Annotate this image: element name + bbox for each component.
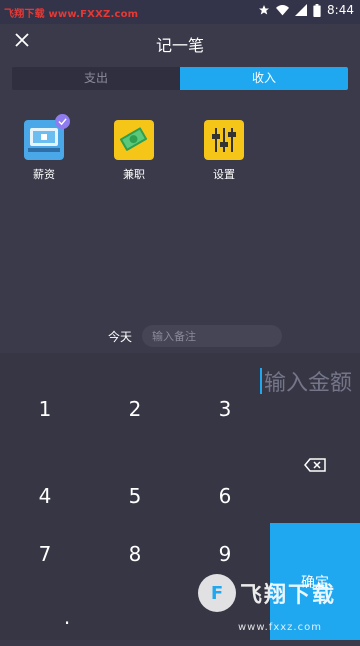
wifi-icon xyxy=(276,4,290,16)
date-button[interactable]: 今天 xyxy=(98,326,142,347)
keypad: 输入金额 1 2 3 4 5 6 7 8 9 . 确定 xyxy=(0,353,360,640)
selected-check-icon xyxy=(55,114,70,129)
key-7[interactable]: 7 xyxy=(0,525,90,583)
key-3[interactable]: 3 xyxy=(180,380,270,438)
amount-field[interactable]: 输入金额 xyxy=(259,365,352,397)
settings-icon xyxy=(204,120,244,160)
tab-income[interactable]: 收入 xyxy=(180,67,348,90)
key-1[interactable]: 1 xyxy=(0,380,90,438)
amount-placeholder: 输入金额 xyxy=(263,371,352,396)
category-label: 设置 xyxy=(213,168,235,181)
notes-row: 今天 xyxy=(98,325,283,347)
watermark-text: 飞翔下载 www.FXXZ.com xyxy=(4,9,139,20)
money-icon xyxy=(114,120,154,160)
note-input[interactable] xyxy=(142,325,283,347)
signal-icon xyxy=(295,4,308,16)
key-2[interactable]: 2 xyxy=(90,380,180,438)
key-6[interactable]: 6 xyxy=(180,467,270,525)
key-9[interactable]: 9 xyxy=(180,525,270,583)
key-4[interactable]: 4 xyxy=(0,467,90,525)
status-time: 8:44 xyxy=(327,3,354,17)
category-label: 兼职 xyxy=(123,168,145,181)
page-title: 记一笔 xyxy=(155,36,204,55)
key-dot[interactable]: . xyxy=(22,588,112,646)
status-icons: 8:44 xyxy=(258,3,354,17)
category-label: 薪资 xyxy=(33,168,55,181)
category-salary[interactable]: 薪资 xyxy=(14,114,74,182)
salary-icon xyxy=(24,114,70,160)
status-bar: 飞翔下载 www.FXXZ.com 8:44 xyxy=(0,0,360,24)
star-icon xyxy=(258,4,270,16)
key-5[interactable]: 5 xyxy=(90,467,180,525)
type-tabs: 支出 收入 xyxy=(12,67,348,90)
header: 记一笔 xyxy=(0,24,360,62)
category-part-time[interactable]: 兼职 xyxy=(104,120,164,182)
tab-expense[interactable]: 支出 xyxy=(12,67,180,90)
backspace-button[interactable] xyxy=(270,433,360,499)
confirm-button[interactable]: 确定 xyxy=(270,523,360,640)
backspace-icon xyxy=(304,457,326,476)
key-8[interactable]: 8 xyxy=(90,525,180,583)
category-settings[interactable]: 设置 xyxy=(194,120,254,182)
battery-icon xyxy=(313,3,321,17)
